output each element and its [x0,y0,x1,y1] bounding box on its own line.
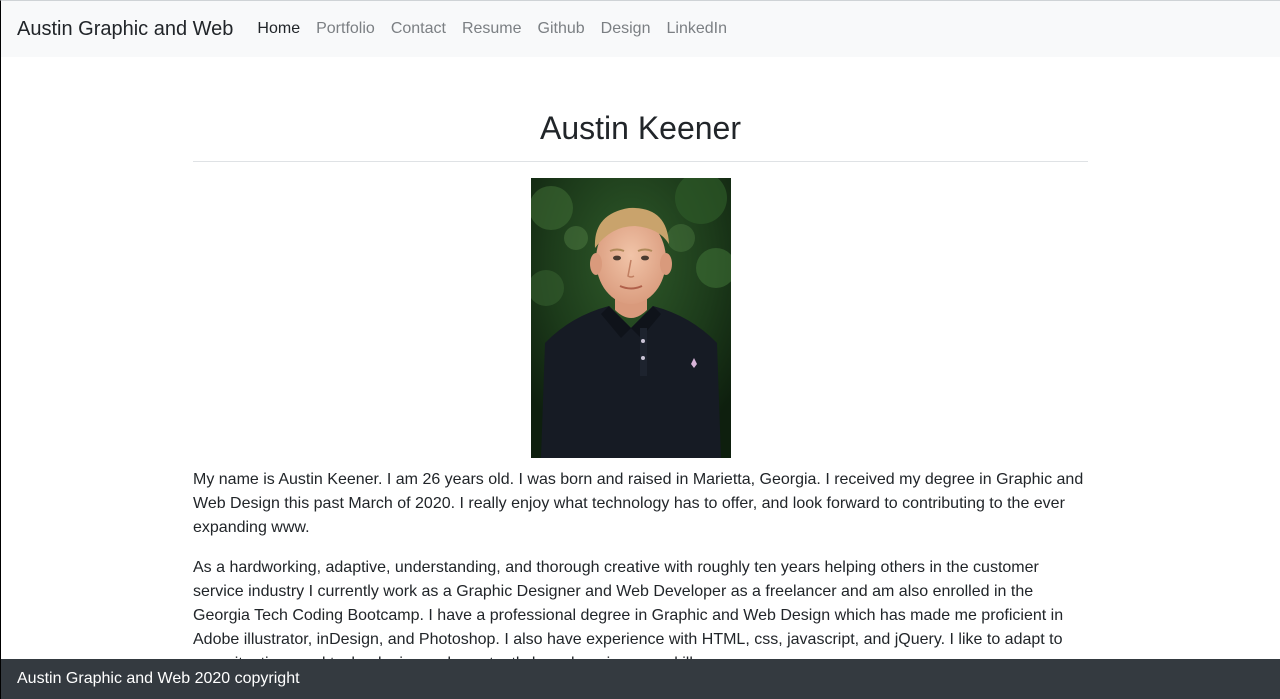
profile-photo [531,178,731,458]
nav-link-portfolio[interactable]: Portfolio [308,20,383,38]
nav-links: Home Portfolio Contact Resume Github Des… [249,20,735,38]
footer-copyright: Austin Graphic and Web 2020 copyright [17,670,300,687]
bio-paragraph: My name is Austin Keener. I am 26 years … [193,471,1084,536]
nav-link-home[interactable]: Home [249,20,308,38]
nav-link-design[interactable]: Design [593,20,659,38]
nav-link-contact[interactable]: Contact [383,20,454,38]
nav-link-github[interactable]: Github [530,20,593,38]
bio-section: My name is Austin Keener. I am 26 years … [193,468,1088,676]
title-divider [193,161,1088,162]
portrait-photo-icon [531,178,731,458]
main-content: Austin Keener My name is Austin Keener. … [193,57,1088,692]
navbar: Austin Graphic and Web Home Portfolio Co… [1,1,1280,57]
page-title: Austin Keener [539,110,741,146]
footer: Austin Graphic and Web 2020 copyright [1,659,1280,699]
bio-paragraph: As a hardworking, adaptive, understandin… [193,559,1064,672]
nav-link-resume[interactable]: Resume [454,20,530,38]
nav-link-linkedin[interactable]: LinkedIn [658,20,735,38]
brand-link[interactable]: Austin Graphic and Web [17,18,233,41]
page-frame: Austin Graphic and Web Home Portfolio Co… [0,0,1280,699]
